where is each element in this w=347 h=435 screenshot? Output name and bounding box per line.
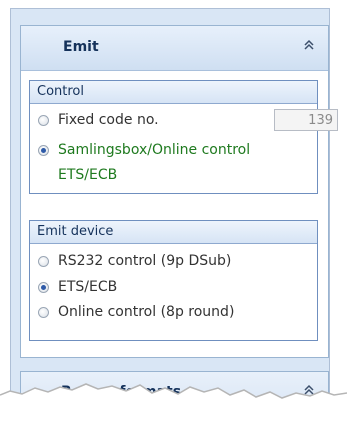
samlingsbox-label: Samlingsbox/Online control — [58, 142, 251, 158]
fixed-code-radio[interactable] — [38, 114, 49, 126]
rs232-radio-row[interactable]: RS232 control (9p DSub) — [38, 250, 231, 272]
control-group-title: Control — [30, 81, 317, 104]
fixed-code-input[interactable] — [274, 109, 338, 131]
samlingsbox-radio[interactable] — [38, 144, 49, 156]
samlingsbox-label-line2: ETS/ECB — [58, 164, 117, 186]
fixed-code-label: Fixed code no. — [58, 112, 159, 128]
emit-device-group: Emit device RS232 control (9p DSub) ETS/… — [29, 220, 318, 341]
double-chevron-up-icon[interactable] — [300, 38, 318, 56]
emit-panel-title: Emit — [63, 39, 99, 55]
ets-ecb-radio-row[interactable]: ETS/ECB — [38, 276, 117, 298]
emit-panel: Emit Control Fixed code no. Samlingsbox/… — [20, 25, 338, 358]
double-chevron-up-icon-svg — [304, 39, 314, 50]
rs232-radio[interactable] — [38, 255, 49, 267]
fixed-code-radio-row[interactable]: Fixed code no. — [38, 109, 159, 131]
online-control-radio[interactable] — [38, 306, 49, 318]
online-control-label: Online control (8p round) — [58, 304, 235, 320]
online-control-radio-row[interactable]: Online control (8p round) — [38, 301, 234, 323]
samlingsbox-label-ets: ETS/ECB — [58, 167, 118, 183]
emit-panel-header[interactable]: Emit — [21, 26, 328, 71]
emit-device-group-title: Emit device — [30, 221, 317, 244]
ets-ecb-radio[interactable] — [38, 281, 49, 293]
rs232-label: RS232 control (9p DSub) — [58, 253, 232, 269]
samlingsbox-radio-row[interactable]: Samlingsbox/Online control — [38, 139, 250, 161]
control-group: Control Fixed code no. Samlingsbox/Onlin… — [29, 80, 338, 194]
torn-edge — [0, 383, 347, 435]
ets-ecb-label: ETS/ECB — [58, 279, 118, 295]
